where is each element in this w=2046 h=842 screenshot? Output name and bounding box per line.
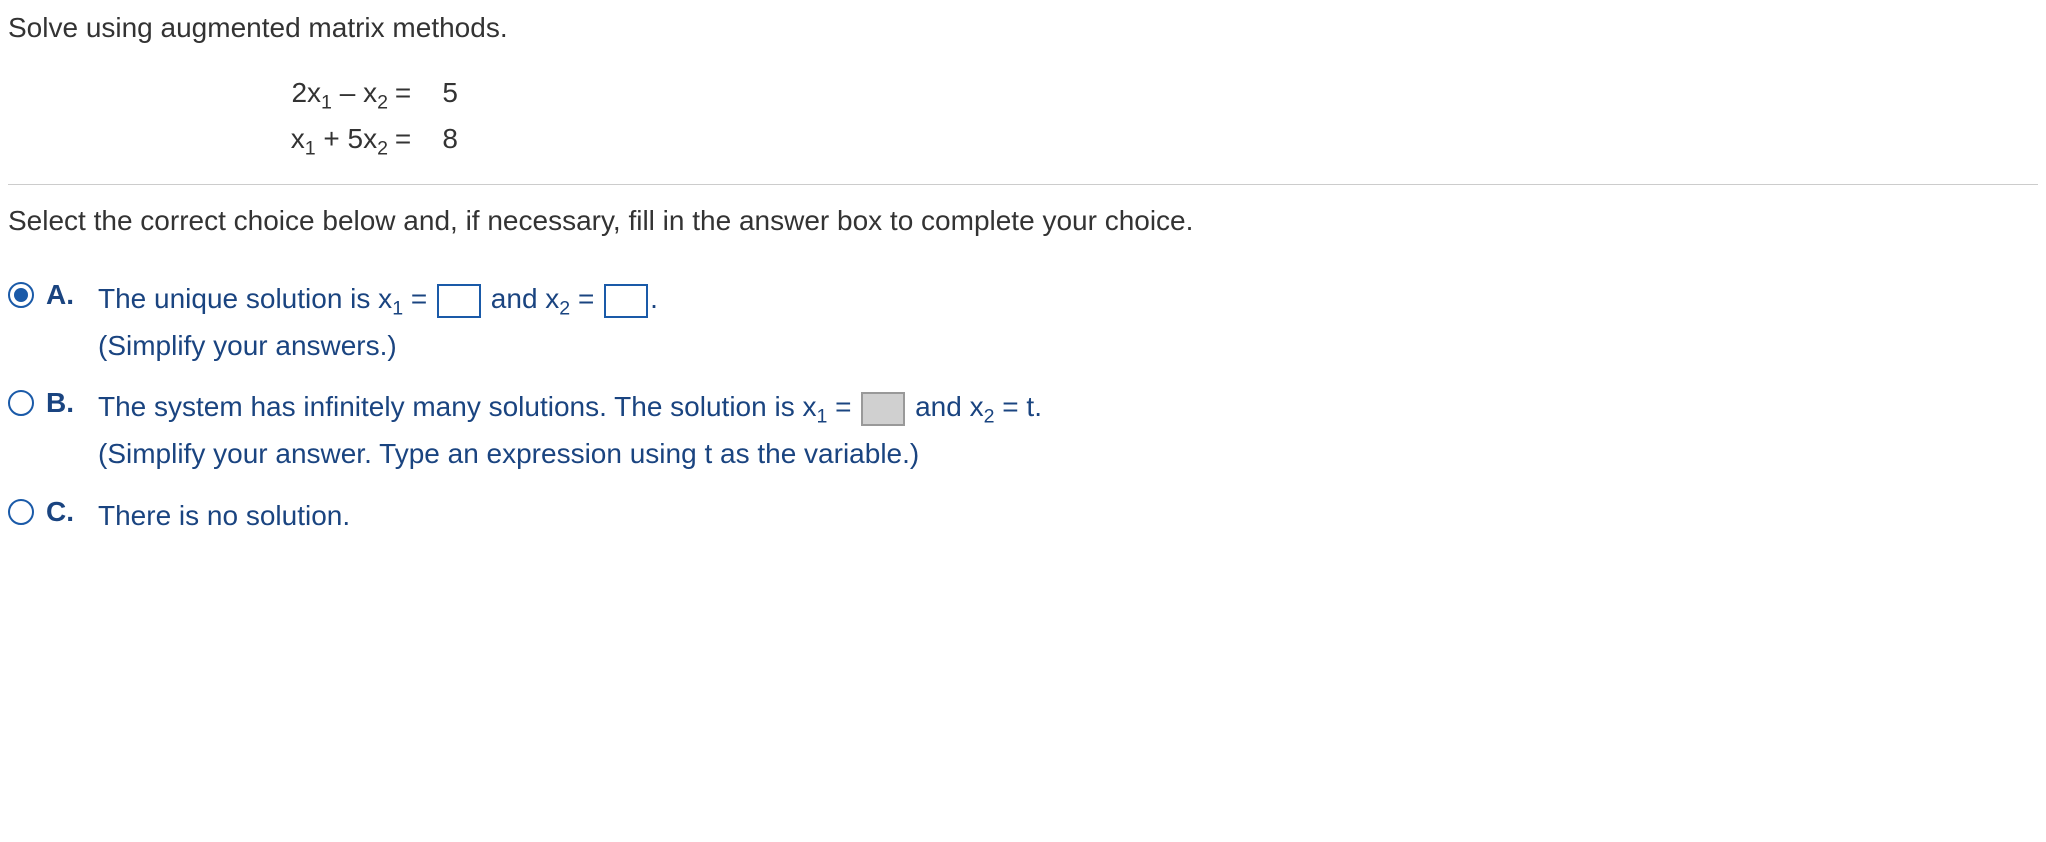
question-prompt: Solve using augmented matrix methods.: [8, 12, 2038, 44]
choice-a-text: The unique solution is x: [98, 283, 392, 314]
choice-a-text: =: [570, 283, 602, 314]
equation-rhs: 5: [418, 72, 478, 114]
answer-input-x1[interactable]: [437, 284, 481, 318]
equation-lhs: 2x1 – x2: [168, 72, 388, 118]
choice-b-row: B. The system has infinitely many soluti…: [8, 385, 2038, 475]
equation-lhs: x1 + 5x2: [168, 118, 388, 164]
choice-c-content: There is no solution.: [98, 494, 350, 537]
choice-a-hint: (Simplify your answers.): [98, 324, 658, 367]
choice-a-text: .: [650, 283, 658, 314]
choice-b-hint: (Simplify your answer. Type an expressio…: [98, 432, 1042, 475]
choice-b-text: and x: [907, 391, 983, 422]
equation-equals: =: [388, 72, 418, 114]
radio-b[interactable]: [8, 390, 34, 416]
choice-b-text: =: [827, 391, 859, 422]
answer-input-x2[interactable]: [604, 284, 648, 318]
answer-instruction: Select the correct choice below and, if …: [8, 205, 2038, 237]
radio-c-wrap: C.: [8, 494, 98, 528]
radio-a-wrap: A.: [8, 277, 98, 311]
choice-b-text: = t.: [995, 391, 1042, 422]
choice-a-text: =: [403, 283, 435, 314]
equation-system: 2x1 – x2 = 5 x1 + 5x2 = 8: [168, 72, 2038, 164]
answer-input-b-x1: [861, 392, 905, 426]
equation-equals: =: [388, 118, 418, 160]
choice-b-label: B.: [46, 387, 80, 419]
radio-c[interactable]: [8, 499, 34, 525]
subscript: 2: [559, 298, 570, 320]
choice-b-text: The system has infinitely many solutions…: [98, 391, 816, 422]
choice-b-content: The system has infinitely many solutions…: [98, 385, 1042, 475]
choice-c-label: C.: [46, 496, 80, 528]
choice-a-label: A.: [46, 279, 80, 311]
subscript: 1: [816, 406, 827, 428]
radio-a[interactable]: [8, 282, 34, 308]
choice-a-row: A. The unique solution is x1 = and x2 = …: [8, 277, 2038, 367]
answer-section: Select the correct choice below and, if …: [8, 185, 2038, 537]
question-section: Solve using augmented matrix methods. 2x…: [8, 12, 2038, 185]
equation-rhs: 8: [418, 118, 478, 160]
choice-c-text: There is no solution.: [98, 500, 350, 531]
equation-row: x1 + 5x2 = 8: [168, 118, 2038, 164]
equation-row: 2x1 – x2 = 5: [168, 72, 2038, 118]
subscript: 1: [392, 298, 403, 320]
subscript: 2: [984, 406, 995, 428]
choice-c-row: C. There is no solution.: [8, 494, 2038, 537]
choice-a-content: The unique solution is x1 = and x2 = . (…: [98, 277, 658, 367]
choice-a-text: and x: [483, 283, 559, 314]
radio-b-wrap: B.: [8, 385, 98, 419]
